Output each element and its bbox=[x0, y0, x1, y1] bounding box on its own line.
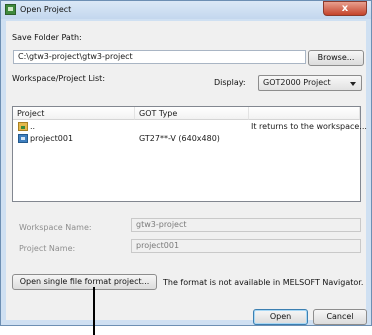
workspace-name-field: gtw3-project bbox=[131, 218, 361, 232]
parent-folder-icon bbox=[18, 122, 28, 131]
column-header-note[interactable] bbox=[249, 107, 360, 120]
close-button[interactable]: x bbox=[323, 1, 367, 16]
callout-line bbox=[93, 287, 95, 335]
app-icon bbox=[5, 4, 16, 15]
display-label: Display: bbox=[214, 78, 246, 87]
workspace-name-label: Workspace Name: bbox=[19, 223, 92, 232]
workspace-project-list-label: Workspace/Project List: bbox=[12, 74, 106, 83]
column-header-got-type[interactable]: GOT Type bbox=[135, 107, 249, 120]
window-title: Open Project bbox=[20, 5, 72, 14]
list-item[interactable]: project001 GT27**-V (640x480) bbox=[13, 133, 360, 145]
cancel-button[interactable]: Cancel bbox=[313, 309, 367, 325]
single-file-note: The format is not available in MELSOFT N… bbox=[163, 278, 364, 287]
save-folder-label: Save Folder Path: bbox=[12, 33, 82, 42]
project-icon bbox=[18, 134, 28, 143]
chevron-down-icon bbox=[350, 82, 356, 86]
save-folder-path-input[interactable]: C:\gtw3-project\gtw3-project bbox=[13, 50, 306, 64]
workspace-project-list[interactable]: Project GOT Type .. It returns to the wo… bbox=[12, 106, 367, 202]
list-item-project: project001 bbox=[30, 134, 74, 143]
list-item-got-type: GT27**-V (640x480) bbox=[139, 134, 220, 143]
open-single-file-project-button[interactable]: Open single file format project... bbox=[12, 274, 157, 290]
project-name-field: project001 bbox=[131, 239, 361, 253]
list-item-project: .. bbox=[30, 122, 36, 131]
list-item-note: It returns to the workspace... bbox=[251, 122, 367, 131]
display-select[interactable]: GOT2000 Project bbox=[258, 75, 362, 91]
open-project-dialog: Open Project x Save Folder Path: C:\gtw3… bbox=[0, 0, 372, 326]
display-select-value: GOT2000 Project bbox=[263, 78, 331, 87]
open-button[interactable]: Open bbox=[253, 309, 308, 325]
browse-button[interactable]: Browse... bbox=[308, 50, 364, 66]
project-name-label: Project Name: bbox=[19, 244, 76, 253]
title-bar[interactable]: Open Project x bbox=[1, 1, 371, 19]
list-item[interactable]: .. It returns to the workspace... bbox=[13, 121, 367, 133]
column-header-project[interactable]: Project bbox=[13, 107, 135, 120]
